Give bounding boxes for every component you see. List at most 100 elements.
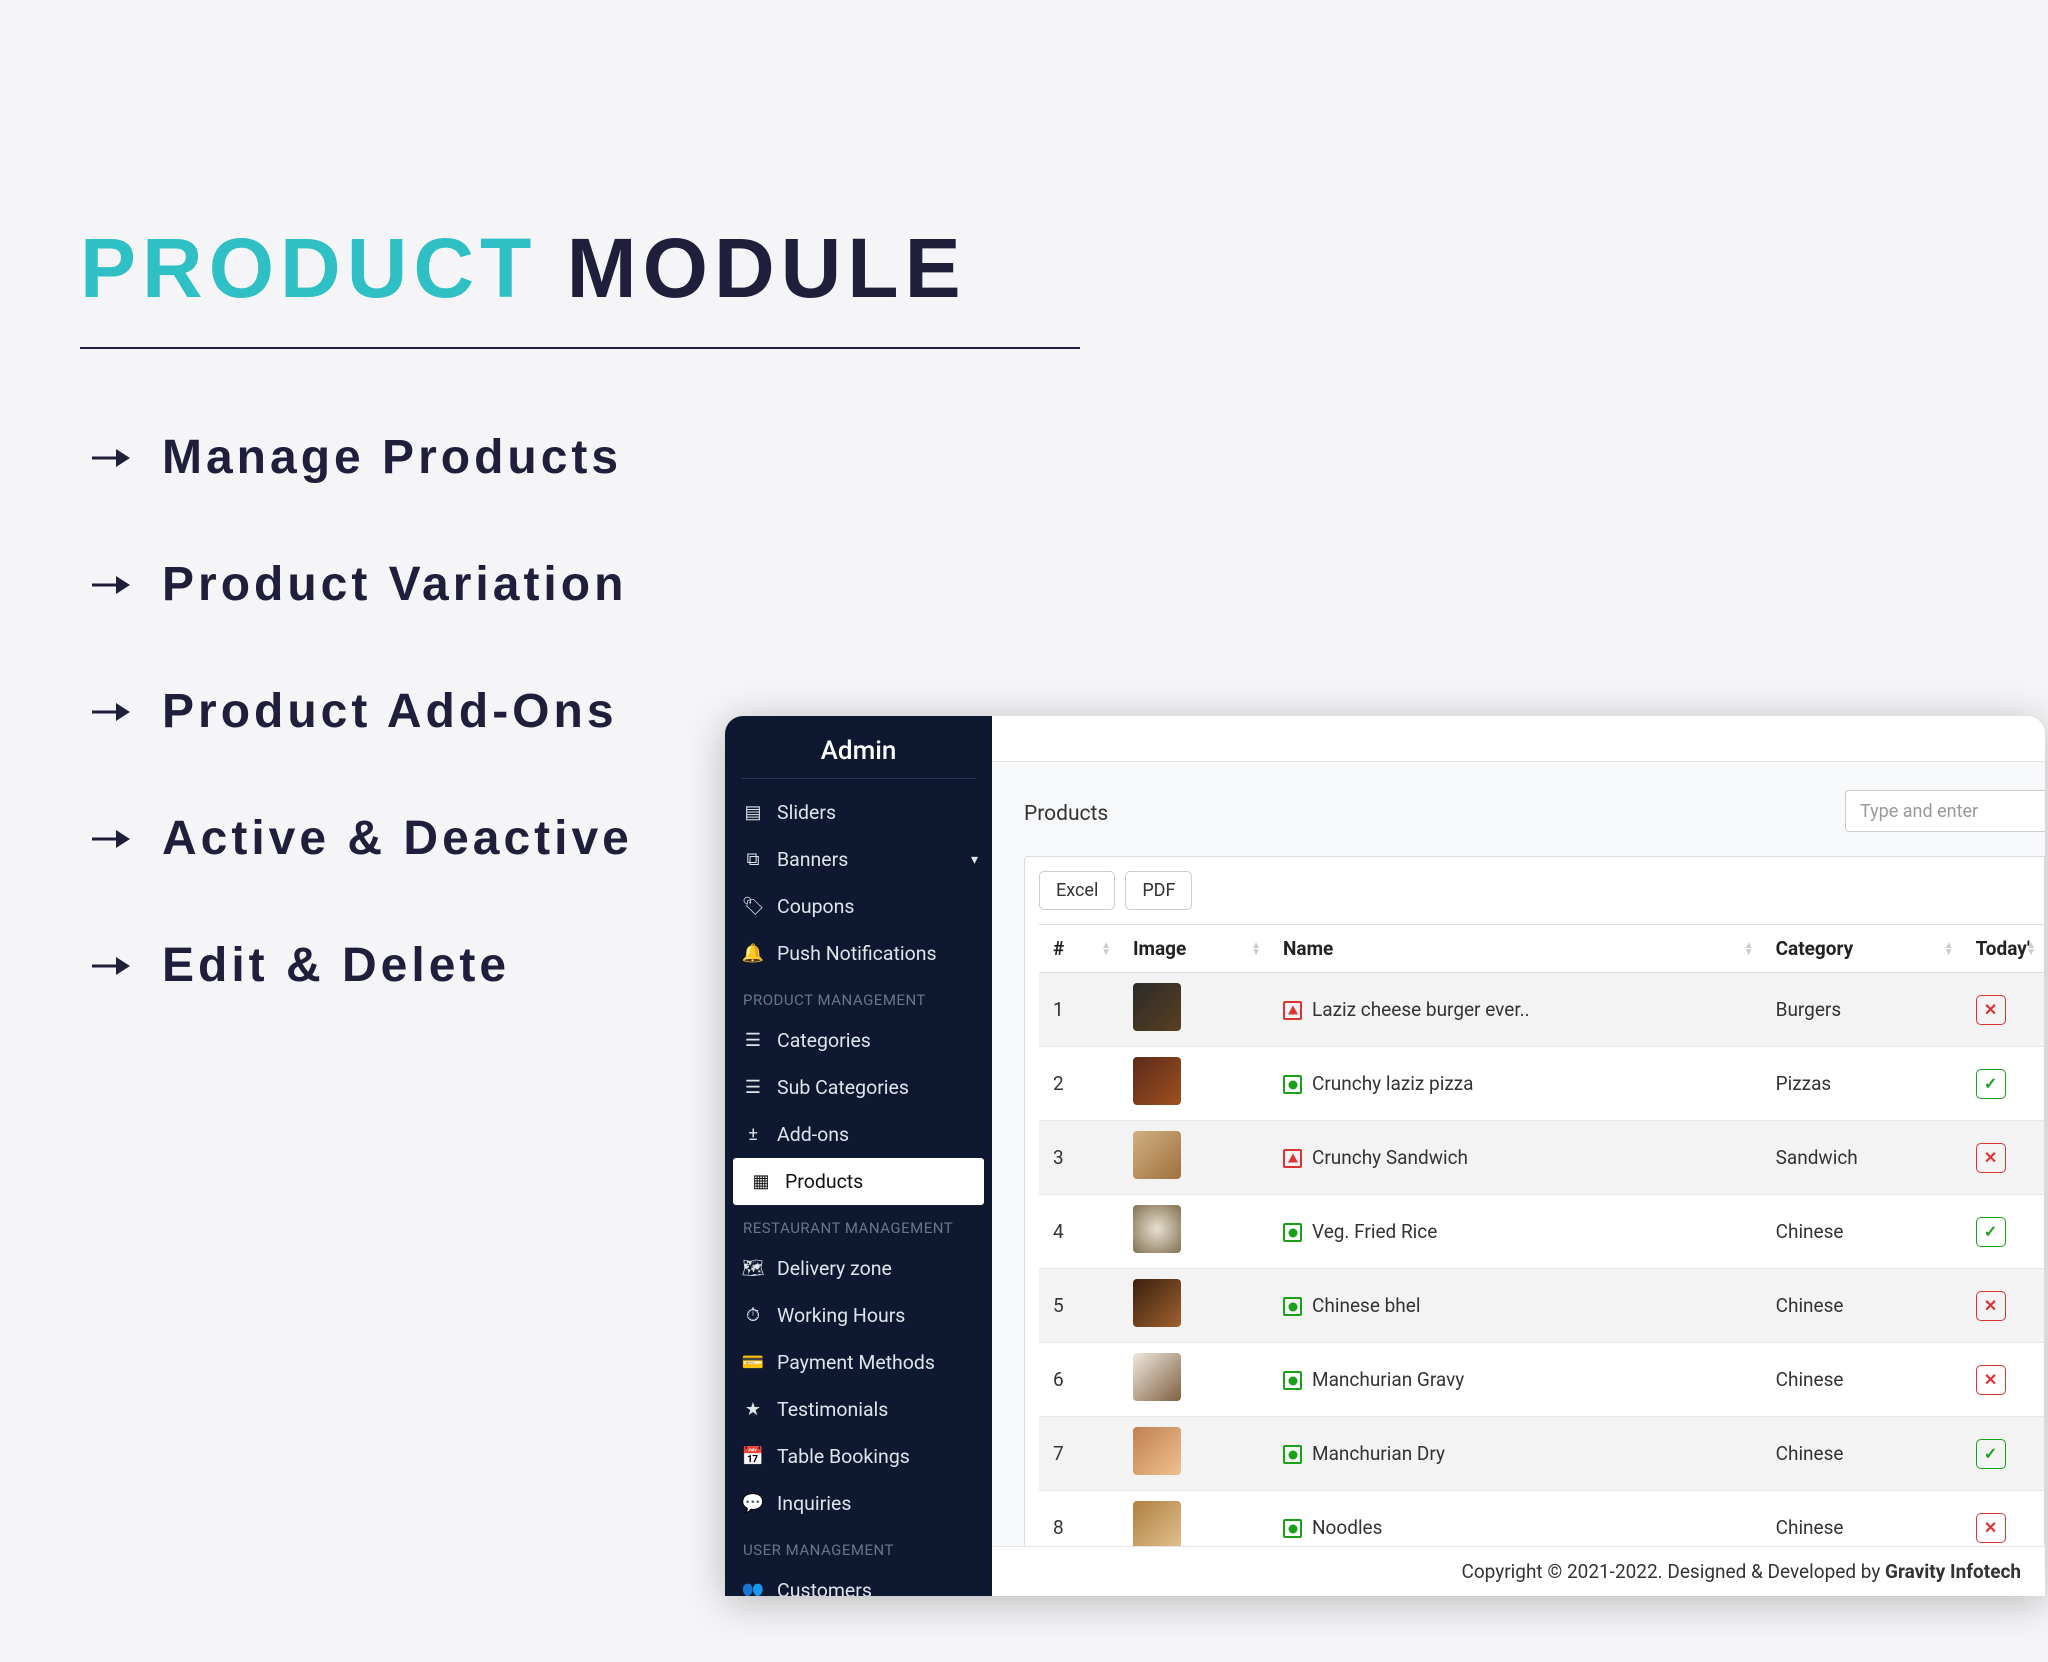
product-thumbnail[interactable]	[1133, 1131, 1181, 1179]
cell-name: Manchurian Gravy	[1269, 1343, 1762, 1417]
product-thumbnail[interactable]	[1133, 1353, 1181, 1401]
cell-name: Noodles	[1269, 1491, 1762, 1547]
nonveg-indicator-icon	[1283, 1001, 1302, 1020]
table-row: 3 Crunchy Sandwich Sandwich ✕	[1039, 1121, 2044, 1195]
active-status-button[interactable]: ✓	[1976, 1217, 2006, 1247]
inactive-status-button[interactable]: ✕	[1976, 1513, 2006, 1543]
sidebar-item-working-hours[interactable]: ⏱Working Hours	[725, 1292, 992, 1339]
sidebar-item-sliders[interactable]: ▤ Sliders	[725, 789, 992, 836]
product-thumbnail[interactable]	[1133, 1501, 1181, 1546]
feature-text: Active & Deactive	[162, 811, 633, 866]
sidebar-item-add-ons[interactable]: ±Add-ons	[725, 1111, 992, 1158]
sidebar-item-categories[interactable]: ☰ Categories	[725, 1017, 992, 1064]
sidebar-item-table-bookings[interactable]: 📅Table Bookings	[725, 1433, 992, 1480]
feature-text: Manage Products	[162, 430, 622, 485]
cell-category: Chinese	[1762, 1491, 1962, 1547]
sidebar-item-products[interactable]: ▦Products	[733, 1158, 984, 1205]
cell-image	[1119, 1343, 1269, 1417]
feature-text: Product Variation	[162, 557, 627, 612]
cell-status: ✓	[1962, 1417, 2044, 1491]
veg-indicator-icon	[1283, 1371, 1302, 1390]
categories-icon: ☰	[743, 1031, 763, 1051]
col-image[interactable]: Image▲▼	[1119, 925, 1269, 973]
cell-name: Chinese bhel	[1269, 1269, 1762, 1343]
cell-index: 3	[1039, 1121, 1119, 1195]
sidebar-item-label: Products	[785, 1170, 863, 1193]
sidebar-item-payment-methods[interactable]: 💳Payment Methods	[725, 1339, 992, 1386]
veg-indicator-icon	[1283, 1297, 1302, 1316]
content-area: Products Type and enter Excel PDF #▲▼Ima…	[992, 762, 2045, 1546]
footer-link[interactable]: Gravity Infotech	[1885, 1560, 2021, 1583]
section-restaurant-management: RESTAURANT MANAGEMENT	[725, 1205, 992, 1245]
cell-status: ✕	[1962, 1121, 2044, 1195]
col-category[interactable]: Category▲▼	[1762, 925, 1962, 973]
sidebar-item-sub-categories[interactable]: ☰Sub Categories	[725, 1064, 992, 1111]
delivery-zone-icon: 🗺	[743, 1259, 763, 1279]
cell-image	[1119, 1417, 1269, 1491]
banners-icon: ⧉	[743, 850, 763, 870]
pdf-button[interactable]: PDF	[1125, 871, 1192, 910]
sort-icon: ▲▼	[1101, 942, 1111, 956]
inactive-status-button[interactable]: ✕	[1976, 995, 2006, 1025]
product-thumbnail[interactable]	[1133, 1279, 1181, 1327]
sidebar-item-banners[interactable]: ⧉Banners▾	[725, 836, 992, 883]
feature-text: Product Add-Ons	[162, 684, 618, 739]
cell-image	[1119, 1491, 1269, 1547]
product-thumbnail[interactable]	[1133, 983, 1181, 1031]
sidebar-item-label: Testimonials	[777, 1398, 888, 1421]
cell-index: 1	[1039, 973, 1119, 1047]
active-status-button[interactable]: ✓	[1976, 1069, 2006, 1099]
table-row: 7 Manchurian Dry Chinese ✓	[1039, 1417, 2044, 1491]
sort-icon: ▲▼	[1944, 942, 1954, 956]
products-card: Excel PDF #▲▼Image▲▼Name▲▼Category▲▼Toda…	[1024, 856, 2045, 1546]
feature-item: Product Variation	[90, 557, 633, 612]
veg-indicator-icon	[1283, 1445, 1302, 1464]
cell-index: 6	[1039, 1343, 1119, 1417]
cell-category: Chinese	[1762, 1343, 1962, 1417]
cell-index: 5	[1039, 1269, 1119, 1343]
feature-item: Edit & Delete	[90, 938, 633, 993]
sidebar-item-push-notifications[interactable]: 🔔Push Notifications	[725, 930, 992, 977]
col-[interactable]: #▲▼	[1039, 925, 1119, 973]
active-status-button[interactable]: ✓	[1976, 1439, 2006, 1469]
search-input[interactable]: Type and enter	[1845, 790, 2045, 832]
cell-image	[1119, 1047, 1269, 1121]
cell-name: Laziz cheese burger ever..	[1269, 973, 1762, 1047]
title-teal: PRODUCT	[80, 221, 537, 315]
inactive-status-button[interactable]: ✕	[1976, 1291, 2006, 1321]
inquiries-icon: 💬	[743, 1494, 763, 1514]
inactive-status-button[interactable]: ✕	[1976, 1143, 2006, 1173]
table-row: 6 Manchurian Gravy Chinese ✕	[1039, 1343, 2044, 1417]
customers-icon: 👥	[743, 1581, 763, 1597]
feature-item: Active & Deactive	[90, 811, 633, 866]
product-thumbnail[interactable]	[1133, 1057, 1181, 1105]
sidebar-item-label: Sub Categories	[777, 1076, 909, 1099]
cell-name: Crunchy Sandwich	[1269, 1121, 1762, 1195]
inactive-status-button[interactable]: ✕	[1976, 1365, 2006, 1395]
col-name[interactable]: Name▲▼	[1269, 925, 1762, 973]
cell-image	[1119, 1195, 1269, 1269]
product-thumbnail[interactable]	[1133, 1427, 1181, 1475]
cell-status: ✕	[1962, 1491, 2044, 1547]
table-bookings-icon: 📅	[743, 1447, 763, 1467]
cell-status: ✕	[1962, 1343, 2044, 1417]
sidebar-item-inquiries[interactable]: 💬 Inquiries	[725, 1480, 992, 1527]
sidebar-item-customers[interactable]: 👥Customers	[725, 1567, 992, 1596]
section-product-management: PRODUCT MANAGEMENT	[725, 977, 992, 1017]
sliders-icon: ▤	[743, 803, 763, 823]
sidebar-item-label: Categories	[777, 1029, 871, 1052]
sidebar-item-testimonials[interactable]: ★Testimonials	[725, 1386, 992, 1433]
coupons-icon: 🏷	[743, 897, 763, 917]
col-today[interactable]: Today'▲▼	[1962, 925, 2044, 973]
sidebar-item-label: Inquiries	[777, 1492, 851, 1515]
sidebar-item-label: Banners	[777, 848, 848, 871]
product-thumbnail[interactable]	[1133, 1205, 1181, 1253]
excel-button[interactable]: Excel	[1039, 871, 1115, 910]
sidebar-item-label: Coupons	[777, 895, 854, 918]
footer-text: Copyright © 2021-2022. Designed & Develo…	[1461, 1560, 1880, 1583]
sidebar-item-coupons[interactable]: 🏷 Coupons	[725, 883, 992, 930]
sidebar-item-label: Sliders	[777, 801, 836, 824]
working-hours-icon: ⏱	[743, 1306, 763, 1326]
table-row: 1 Laziz cheese burger ever.. Burgers ✕	[1039, 973, 2044, 1047]
sidebar-item-delivery-zone[interactable]: 🗺Delivery zone	[725, 1245, 992, 1292]
